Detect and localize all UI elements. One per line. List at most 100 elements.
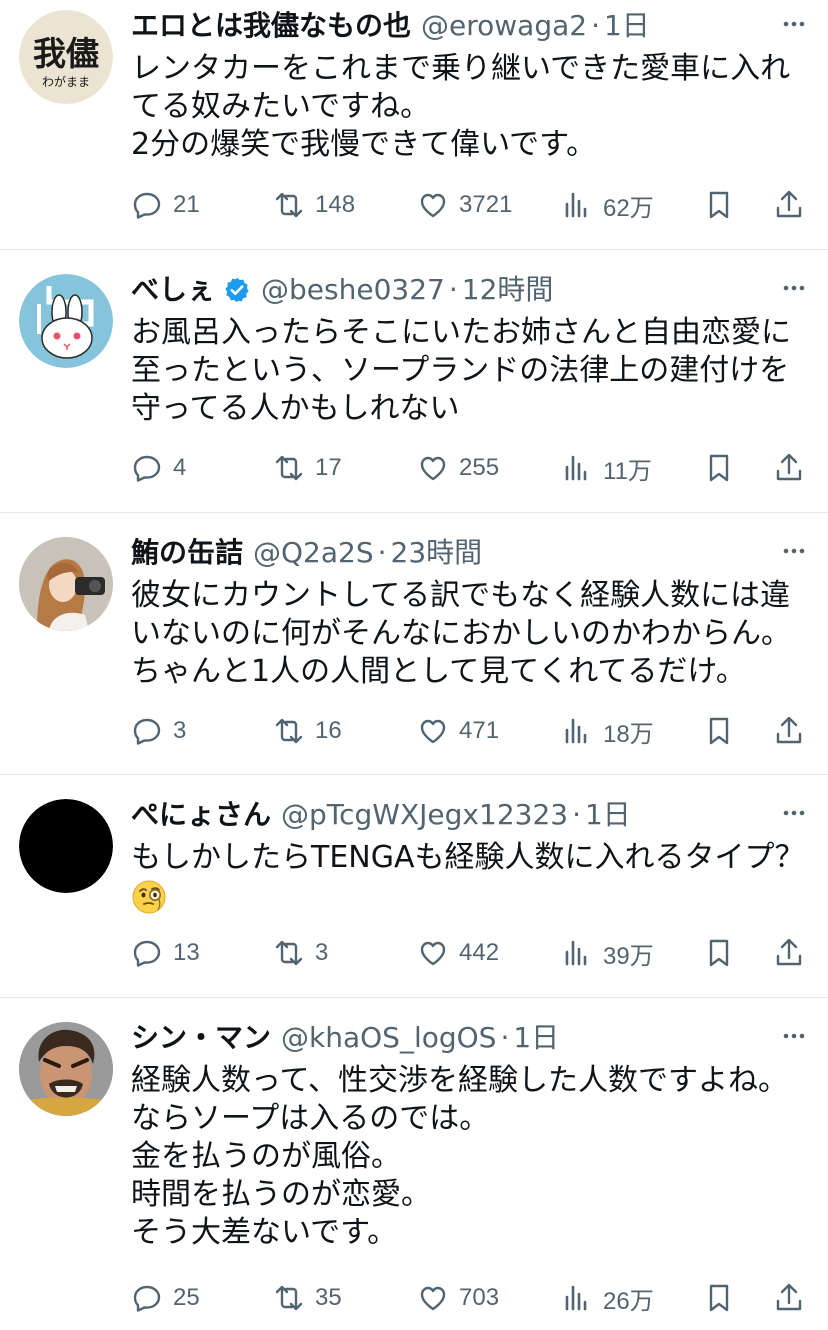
display-name[interactable]: エロとは我儘なもの也 (131, 2, 411, 50)
views-icon (561, 937, 593, 969)
more-icon[interactable] (780, 1022, 808, 1050)
reply-count: 21 (173, 191, 200, 218)
reply-button[interactable]: 3 (131, 711, 186, 751)
like-count: 255 (459, 454, 500, 481)
share-button[interactable] (773, 933, 805, 973)
retweet-button[interactable]: 3 (273, 933, 328, 973)
bookmark-button[interactable] (703, 185, 735, 225)
bookmark-icon (703, 189, 735, 221)
reply-icon (131, 937, 163, 969)
views-icon (561, 189, 593, 221)
like-count: 442 (459, 939, 500, 966)
retweet-button[interactable]: 17 (273, 448, 342, 488)
reply-button[interactable]: 25 (131, 1278, 200, 1318)
tweet-text: お風呂入ったらそこにいたお姉さんと自由恋愛に 至ったという、ソープランドの法律上… (131, 314, 808, 428)
more-icon[interactable] (780, 799, 808, 827)
more-icon[interactable] (780, 537, 808, 565)
reply-icon (131, 715, 163, 747)
bookmark-icon (703, 937, 735, 969)
retweet-button[interactable]: 35 (273, 1278, 342, 1318)
tweet-text-line: てる奴みたいですね。 (131, 89, 431, 124)
tweet-text: もしかしたらTENGAも経験人数に入れるタイプ？ (131, 839, 808, 915)
tweet[interactable]: ぺにょさん @pTcgWXJegx12323 · 1日 もしかしたらTENGAも… (0, 775, 828, 998)
like-count: 471 (459, 717, 500, 744)
like-count: 3721 (459, 191, 513, 218)
views-count: 26万 (603, 1287, 654, 1315)
timestamp[interactable]: 23時間 (391, 529, 483, 577)
bookmark-button[interactable] (703, 933, 735, 973)
share-button[interactable] (773, 1278, 805, 1318)
user-handle[interactable]: @pTcgWXJegx12323 (281, 791, 568, 839)
views-button[interactable]: 26万 (561, 1278, 654, 1318)
action-bar: 25 35 703 26万 (131, 1278, 808, 1318)
avatar-logo-text: 我儘 (33, 34, 99, 73)
retweet-icon (273, 937, 305, 969)
bookmark-button[interactable] (703, 448, 735, 488)
display-name[interactable]: ぺにょさん (131, 791, 271, 839)
reply-count: 13 (173, 939, 200, 966)
like-button[interactable]: 471 (417, 711, 499, 751)
retweet-count: 148 (315, 191, 356, 218)
user-handle[interactable]: @khaOS_logOS (281, 1014, 496, 1062)
verified-badge-icon (223, 276, 251, 304)
views-button[interactable]: 62万 (561, 185, 654, 225)
views-count: 39万 (603, 942, 654, 970)
retweet-button[interactable]: 148 (273, 185, 355, 225)
tweet-text-line: 金を払うのが風俗。 (131, 1139, 401, 1174)
avatar[interactable] (19, 274, 113, 368)
reply-button[interactable]: 13 (131, 933, 200, 973)
tweet[interactable]: べしぇ @beshe0327 · 12時間 お風呂入ったらそこにいたお姉さんと自… (0, 250, 828, 513)
timestamp[interactable]: 12時間 (462, 266, 554, 314)
like-icon (417, 715, 449, 747)
views-button[interactable]: 18万 (561, 711, 654, 751)
display-name[interactable]: シン・マン (131, 1014, 271, 1062)
like-button[interactable]: 255 (417, 448, 499, 488)
tweet-text-line: 守ってる人かもしれない (131, 391, 460, 426)
tweet[interactable]: シン・マン @khaOS_logOS · 1日 経験人数って、性交渉を経験した人… (0, 998, 828, 1330)
like-icon (417, 452, 449, 484)
timestamp[interactable]: 1日 (604, 2, 650, 50)
share-button[interactable] (773, 448, 805, 488)
share-button[interactable] (773, 185, 805, 225)
views-icon (561, 715, 593, 747)
tweet-text-line: ならソープは入るのでは。 (131, 1101, 490, 1136)
views-button[interactable]: 39万 (561, 933, 654, 973)
reply-button[interactable]: 21 (131, 185, 200, 225)
views-count: 62万 (603, 194, 654, 222)
avatar[interactable]: 我儘 わがまま (19, 10, 113, 104)
action-bar: 21 148 3721 62万 (131, 185, 808, 225)
timestamp[interactable]: 1日 (585, 791, 631, 839)
reply-button[interactable]: 4 (131, 448, 186, 488)
like-count: 703 (459, 1284, 500, 1311)
share-icon (773, 715, 805, 747)
user-handle[interactable]: @erowaga2 (421, 2, 587, 50)
retweet-button[interactable]: 16 (273, 711, 342, 751)
bookmark-button[interactable] (703, 711, 735, 751)
more-icon[interactable] (780, 274, 808, 302)
retweet-count: 3 (315, 939, 329, 966)
avatar[interactable] (19, 537, 113, 631)
tweet[interactable]: 我儘 わがまま エロとは我儘なもの也 @erowaga2 · 1日 レンタカーを… (0, 0, 828, 250)
bookmark-button[interactable] (703, 1278, 735, 1318)
avatar[interactable] (19, 1022, 113, 1116)
separator-dot: · (591, 9, 600, 42)
tweet-feed: 我儘 わがまま エロとは我儘なもの也 @erowaga2 · 1日 レンタカーを… (0, 0, 828, 1330)
avatar[interactable] (19, 799, 113, 893)
display-name[interactable]: べしぇ (131, 266, 215, 314)
share-button[interactable] (773, 711, 805, 751)
user-handle[interactable]: @Q2a2S (253, 529, 374, 577)
like-button[interactable]: 703 (417, 1278, 499, 1318)
like-button[interactable]: 3721 (417, 185, 512, 225)
display-name[interactable]: 鮪の缶詰 (131, 529, 243, 577)
timestamp[interactable]: 1日 (513, 1014, 559, 1062)
like-button[interactable]: 442 (417, 933, 499, 973)
user-handle[interactable]: @beshe0327 (261, 266, 445, 314)
more-icon[interactable] (780, 10, 808, 38)
views-icon (561, 1282, 593, 1314)
tweet[interactable]: 鮪の缶詰 @Q2a2S · 23時間 彼女にカウントしてる訳でもなく経験人数には… (0, 513, 828, 775)
action-bar: 3 16 471 18万 (131, 711, 808, 751)
tweet-text-line: 彼女にカウントしてる訳でもなく経験人数には違 (131, 578, 791, 613)
share-icon (773, 1282, 805, 1314)
views-button[interactable]: 11万 (561, 448, 652, 488)
tweet-text: レンタカーをこれまで乗り継いできた愛車に入れ てる奴みたいですね。 2分の爆笑で… (131, 50, 808, 164)
